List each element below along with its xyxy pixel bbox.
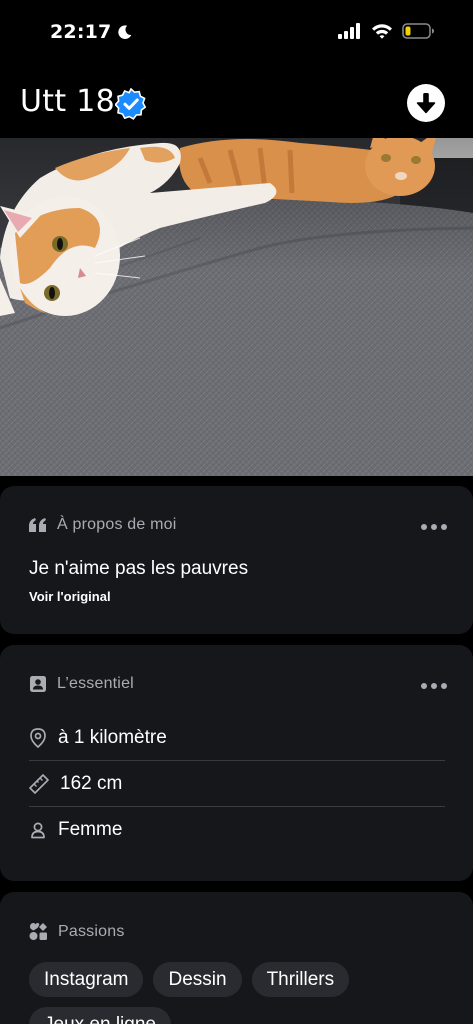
person-icon xyxy=(31,822,45,839)
clock-text: 22:17 xyxy=(50,21,112,43)
arrow-down-icon xyxy=(416,93,436,114)
location-pin-icon xyxy=(30,727,46,748)
about-me-card: À propos de moi Je n'aime pas les pauvre… xyxy=(0,486,473,634)
height-row: 162 cm xyxy=(29,761,445,807)
passions-card: Passions Instagram Dessin Thrillers Jeux… xyxy=(0,892,473,1024)
about-me-header: À propos de moi xyxy=(29,516,177,534)
passions-title: Passions xyxy=(58,922,125,940)
about-me-text: Je n'aime pas les pauvres xyxy=(29,558,249,579)
status-time: 22:17 xyxy=(50,21,133,43)
about-more-button[interactable] xyxy=(421,524,447,530)
profile-first-name: Utt xyxy=(20,84,67,119)
height-label: 162 cm xyxy=(60,772,123,794)
dot-icon xyxy=(421,524,427,530)
profile-photo[interactable] xyxy=(0,138,473,476)
profile-name: Utt 18 xyxy=(20,84,115,119)
download-button[interactable] xyxy=(407,84,445,122)
shapes-icon xyxy=(29,923,47,940)
profile-header: Utt 18 xyxy=(0,66,473,138)
cats-photo-image xyxy=(0,138,473,476)
basics-card: L’essentiel à 1 kilomètre 162 cm Femme xyxy=(0,645,473,881)
dot-icon xyxy=(431,683,437,689)
verified-badge-icon[interactable] xyxy=(115,88,147,120)
distance-row: à 1 kilomètre xyxy=(29,715,445,761)
dot-icon xyxy=(431,524,437,530)
ruler-icon xyxy=(29,773,49,794)
passion-chips: Instagram Dessin Thrillers Jeux en ligne xyxy=(29,962,459,1024)
dot-icon xyxy=(441,524,447,530)
gender-label: Femme xyxy=(58,819,123,840)
status-bar: 22:17 xyxy=(0,0,473,66)
basics-header: L’essentiel xyxy=(29,675,134,693)
about-me-title: À propos de moi xyxy=(57,516,177,533)
distance-label: à 1 kilomètre xyxy=(58,726,167,748)
passion-chip[interactable]: Thrillers xyxy=(251,962,350,997)
profile-age: 18 xyxy=(76,84,116,119)
dot-icon xyxy=(421,683,427,689)
battery-low-icon xyxy=(402,23,434,39)
quote-icon xyxy=(29,518,46,532)
passion-chip[interactable]: Instagram xyxy=(29,962,144,997)
passion-chip[interactable]: Jeux en ligne xyxy=(29,1007,171,1024)
passions-header: Passions xyxy=(29,922,125,941)
moon-icon xyxy=(118,24,132,39)
id-card-icon xyxy=(30,676,46,692)
cellular-signal-icon xyxy=(338,23,360,39)
basics-title: L’essentiel xyxy=(57,675,134,692)
dot-icon xyxy=(441,683,447,689)
basics-more-button[interactable] xyxy=(421,683,447,689)
see-original-link[interactable]: Voir l'original xyxy=(29,589,111,604)
status-icons xyxy=(338,23,435,39)
passion-chip[interactable]: Dessin xyxy=(153,962,242,997)
wifi-icon xyxy=(372,24,392,39)
gender-row: Femme xyxy=(29,807,445,853)
